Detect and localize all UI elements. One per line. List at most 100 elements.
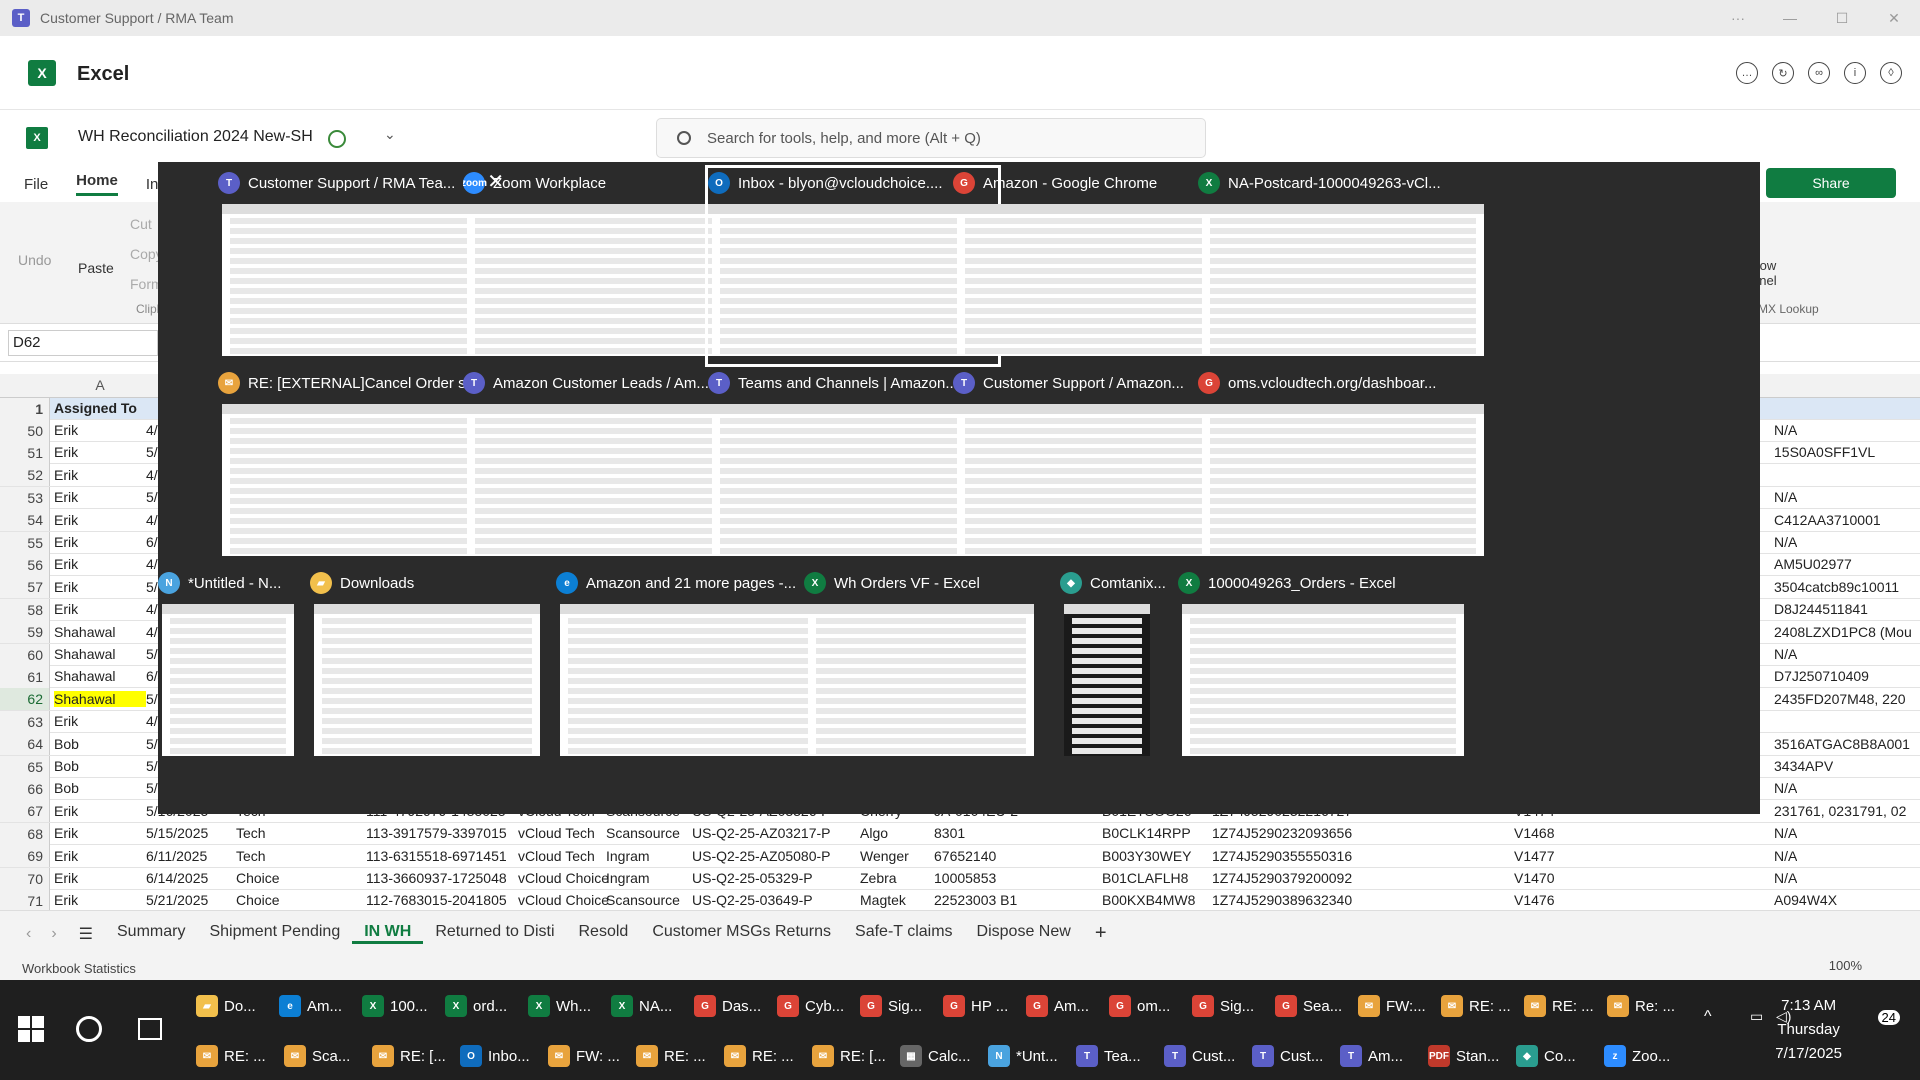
sheet-tab-summary[interactable]: Summary: [105, 923, 197, 944]
undo-label[interactable]: Undo: [18, 252, 51, 268]
cell-n2[interactable]: 15S0A0SFF1VL: [1774, 444, 1875, 460]
cell-a[interactable]: Erik: [54, 870, 146, 886]
cell-i[interactable]: Zebra: [860, 870, 897, 886]
refresh-icon[interactable]: ↻: [1772, 62, 1794, 84]
more-options-button[interactable]: ···: [1712, 0, 1764, 36]
workbook-statistics[interactable]: Workbook Statistics: [22, 961, 136, 976]
cell-k[interactable]: B00KXB4MW8: [1102, 892, 1195, 908]
cell-a[interactable]: Erik: [54, 601, 146, 617]
sheet-tab-returned-to-disti[interactable]: Returned to Disti: [423, 923, 566, 944]
taskbar-item[interactable]: ✉ FW: ...: [548, 1034, 620, 1078]
taskbar-item[interactable]: PDF Stan...: [1428, 1034, 1499, 1078]
cell-m[interactable]: V1477: [1514, 848, 1554, 864]
workbook-name[interactable]: WH Reconciliation 2024 New-SH: [78, 128, 313, 146]
sheet-tab-in-wh[interactable]: IN WH: [352, 923, 424, 944]
switcher-window-excel[interactable]: X NA-Postcard-1000049263-vCl...: [1198, 168, 1488, 364]
cell-g[interactable]: Scansource: [606, 892, 680, 908]
sheet-tab-safe-t-claims[interactable]: Safe-T claims: [843, 923, 965, 944]
link-icon[interactable]: ∞: [1808, 62, 1830, 84]
cell-i[interactable]: Magtek: [860, 892, 906, 908]
taskbar-item[interactable]: ▦ Calc...: [900, 1034, 971, 1078]
cell-m[interactable]: V1468: [1514, 825, 1554, 841]
prev-sheet-icon[interactable]: ‹: [16, 925, 41, 943]
cell-a[interactable]: Bob: [54, 758, 146, 774]
sheet-tab-resold[interactable]: Resold: [567, 923, 641, 944]
taskbar-item[interactable]: G HP ...: [943, 984, 1008, 1028]
chevron-down-icon[interactable]: ⌄: [384, 126, 396, 143]
taskbar-item[interactable]: G Cyb...: [777, 984, 844, 1028]
cell-c[interactable]: Tech: [236, 825, 266, 841]
cell-h[interactable]: US-Q2-25-AZ05080-P: [692, 848, 831, 864]
cell-k[interactable]: B01CLAFLH8: [1102, 870, 1188, 886]
cell-n2[interactable]: AM5U02977: [1774, 556, 1852, 572]
cell-j[interactable]: 67652140: [934, 848, 996, 864]
taskbar-item[interactable]: X NA...: [611, 984, 672, 1028]
ribbon-tab-file[interactable]: File: [24, 176, 48, 193]
cell-i[interactable]: Algo: [860, 825, 888, 841]
cell-d[interactable]: 113-3660937-1725048: [366, 870, 507, 886]
chat-icon[interactable]: …: [1736, 62, 1758, 84]
next-sheet-icon[interactable]: ›: [41, 925, 66, 943]
cell-n2[interactable]: N/A: [1774, 646, 1797, 662]
cell-n2[interactable]: 3516ATGAC8B8A001: [1774, 736, 1910, 752]
paste-button[interactable]: Paste: [78, 260, 114, 276]
cell-n2[interactable]: D8J244511841: [1774, 601, 1868, 617]
taskbar-item[interactable]: G Sea...: [1275, 984, 1342, 1028]
column-header-a[interactable]: A: [50, 377, 150, 393]
cell-g[interactable]: Scansource: [606, 825, 680, 841]
cell-a[interactable]: Erik: [54, 444, 146, 460]
cell-k[interactable]: B0CLK14RPP: [1102, 825, 1191, 841]
cell-n2[interactable]: N/A: [1774, 870, 1797, 886]
taskbar-item[interactable]: O Inbo...: [460, 1034, 530, 1078]
cell-n2[interactable]: 2408LZXD1PC8 (Mou: [1774, 624, 1912, 640]
taskbar-item[interactable]: ▰ Do...: [196, 984, 256, 1028]
sheet-tab-customer-msgs-returns[interactable]: Customer MSGs Returns: [640, 923, 843, 944]
all-sheets-icon[interactable]: ☰: [67, 924, 105, 944]
taskbar-item[interactable]: ✉ Re: ...: [1607, 984, 1675, 1028]
taskbar-item[interactable]: ✉ RE: ...: [1524, 984, 1594, 1028]
table-row[interactable]: 69 Erik 6/11/2025 Tech 113-6315518-6971451 vC…: [0, 845, 1920, 868]
sheet-tab-shipment-pending[interactable]: Shipment Pending: [197, 923, 352, 944]
taskbar-item[interactable]: ✉ RE: ...: [636, 1034, 706, 1078]
cell-g[interactable]: Ingram: [606, 870, 650, 886]
cell-m[interactable]: V1470: [1514, 870, 1554, 886]
switcher-window-app[interactable]: ◆ Comtanix...: [1060, 568, 1166, 764]
switcher-window-folder[interactable]: ▰ Downloads: [310, 568, 544, 764]
task-view-icon[interactable]: [138, 1018, 162, 1040]
taskbar-item[interactable]: z Zoo...: [1604, 1034, 1670, 1078]
taskbar-item[interactable]: N *Unt...: [988, 1034, 1058, 1078]
taskbar-item[interactable]: ✉ Sca...: [284, 1034, 350, 1078]
minimize-button[interactable]: —: [1764, 0, 1816, 36]
switcher-window-excel[interactable]: X Wh Orders VF - Excel: [804, 568, 1038, 764]
cell-a[interactable]: Erik: [54, 467, 146, 483]
cell-f[interactable]: vCloud Tech: [518, 848, 595, 864]
cell-g[interactable]: Ingram: [606, 848, 650, 864]
cell-a[interactable]: Bob: [54, 736, 146, 752]
battery-icon[interactable]: ▭: [1750, 1008, 1763, 1025]
taskbar-item[interactable]: G Am...: [1026, 984, 1089, 1028]
cell-a[interactable]: Erik: [54, 892, 146, 908]
cell-n2[interactable]: A094W4X: [1774, 892, 1837, 908]
cell-h[interactable]: US-Q2-25-03649-P: [692, 892, 813, 908]
switcher-window-chrome[interactable]: Goms.vcloudtech.org/dashboar...: [1198, 368, 1488, 564]
cell-a[interactable]: Erik: [54, 713, 146, 729]
ribbon-tab-home[interactable]: Home: [76, 172, 118, 196]
windows-start-icon[interactable]: [18, 1016, 44, 1042]
sheet-tab-dispose-new[interactable]: Dispose New: [965, 923, 1083, 944]
cell-d[interactable]: 113-3917579-3397015: [366, 825, 507, 841]
cell-n2[interactable]: N/A: [1774, 825, 1797, 841]
cell-n2[interactable]: 3504catcb89c10011: [1774, 579, 1899, 595]
cell-a[interactable]: Erik: [54, 848, 146, 864]
taskbar-item[interactable]: ✉ RE: [...: [372, 1034, 446, 1078]
cell-k[interactable]: B003Y30WEY: [1102, 848, 1192, 864]
switcher-window-notepad[interactable]: N *Untitled - N...: [158, 568, 298, 764]
taskbar-item[interactable]: G Das...: [694, 984, 761, 1028]
cell-l[interactable]: 1Z74J5290379200092: [1212, 870, 1352, 886]
cell-b[interactable]: 5/21/2025: [146, 892, 208, 908]
cell-l[interactable]: 1Z74J5290389632340: [1212, 892, 1352, 908]
search-box[interactable]: Search for tools, help, and more (Alt + …: [656, 118, 1206, 158]
cell-a[interactable]: Erik: [54, 512, 146, 528]
cell-h[interactable]: US-Q2-25-05329-P: [692, 870, 813, 886]
taskbar-item[interactable]: T Cust...: [1252, 1034, 1323, 1078]
cell-d[interactable]: 112-7683015-2041805: [366, 892, 507, 908]
